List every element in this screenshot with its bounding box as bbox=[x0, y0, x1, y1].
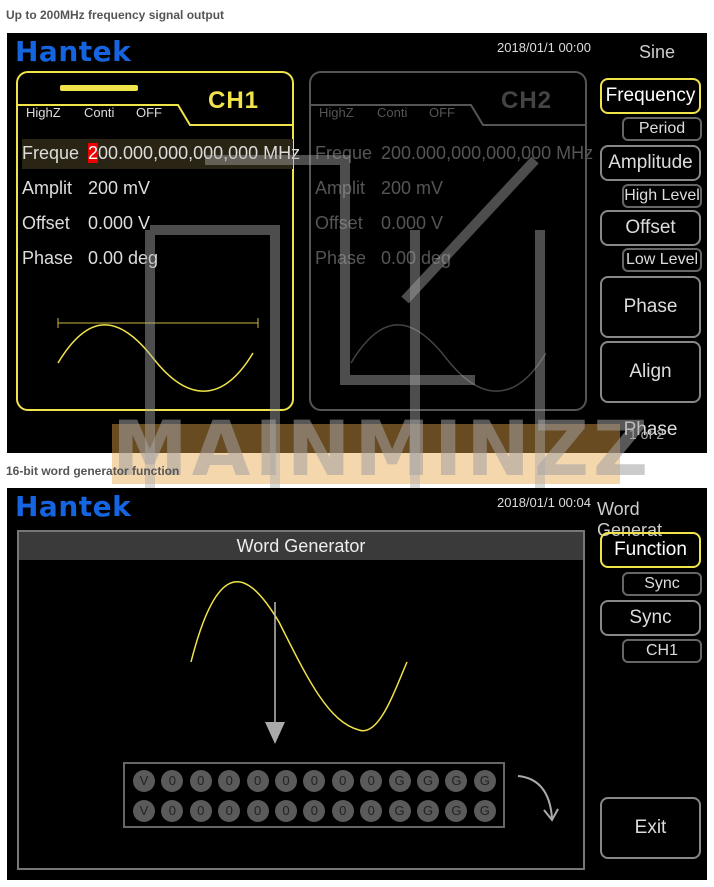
ch1-amplitude-label: Amplit bbox=[22, 178, 73, 198]
waveform-mode-label: Sine bbox=[639, 42, 676, 62]
bit-cell[interactable]: G bbox=[388, 770, 411, 792]
generator-screen-word: Hantek 2018/01/1 00:04 Word Generat Word… bbox=[7, 488, 707, 880]
sync-softkey[interactable]: Sync bbox=[600, 600, 701, 636]
bit-cell[interactable]: G bbox=[417, 800, 439, 822]
ch1-phase-label: Phase bbox=[22, 248, 74, 268]
bit-cell[interactable]: 0 bbox=[218, 800, 241, 822]
frequency-softkey[interactable]: Frequency bbox=[600, 78, 701, 114]
word-generator-title: Word Generator bbox=[19, 532, 583, 560]
ch2-output-state[interactable]: OFF bbox=[429, 105, 455, 120]
period-toggle[interactable]: Period bbox=[622, 117, 702, 141]
ch2-run-mode[interactable]: Conti bbox=[377, 105, 407, 120]
ch1-offset-label: Offset bbox=[22, 213, 70, 233]
align-phase-softkey[interactable]: Align Phase bbox=[600, 341, 701, 440]
ch2-impedance[interactable]: HighZ bbox=[319, 105, 354, 120]
word-sine-preview bbox=[190, 581, 408, 744]
bit-cell[interactable]: G bbox=[388, 800, 411, 822]
low-level-toggle[interactable]: Low Level bbox=[622, 248, 702, 272]
exit-softkey[interactable]: Exit bbox=[600, 797, 701, 859]
bit-cell[interactable]: 0 bbox=[161, 800, 184, 822]
sync-value-display[interactable]: Sync bbox=[622, 572, 702, 596]
caption-word-generator: 16-bit word generator function bbox=[6, 464, 180, 478]
bit-cell[interactable]: 0 bbox=[189, 800, 212, 822]
ch1-run-mode[interactable]: Conti bbox=[84, 105, 114, 120]
hantek-logo: Hantek bbox=[15, 490, 132, 523]
phase-softkey[interactable]: Phase bbox=[600, 276, 701, 338]
amplitude-softkey[interactable]: Amplitude bbox=[600, 145, 701, 181]
edit-cursor[interactable]: 2 bbox=[88, 143, 99, 163]
bit-cell[interactable]: G bbox=[473, 800, 496, 822]
bit-cell[interactable]: 0 bbox=[275, 770, 297, 792]
high-level-toggle[interactable]: High Level bbox=[622, 184, 702, 208]
bit-grid[interactable]: V00000000GGGGV00000000GGGG bbox=[123, 762, 505, 828]
bit-cell[interactable]: 0 bbox=[189, 770, 212, 792]
bit-cell[interactable]: 0 bbox=[331, 770, 354, 792]
bit-cell[interactable]: 0 bbox=[218, 770, 241, 792]
bit-cell[interactable]: 0 bbox=[275, 800, 297, 822]
offset-softkey[interactable]: Offset bbox=[600, 210, 701, 246]
ch1-impedance[interactable]: HighZ bbox=[26, 105, 61, 120]
watermark-logo-icon bbox=[145, 155, 545, 505]
bit-cell[interactable]: 0 bbox=[303, 800, 326, 822]
bit-cell[interactable]: G bbox=[417, 770, 439, 792]
bit-cell[interactable]: G bbox=[473, 770, 496, 792]
datetime-display: 2018/01/1 00:04 bbox=[497, 495, 591, 510]
ch1-output-state[interactable]: OFF bbox=[136, 105, 162, 120]
sync-channel-display[interactable]: CH1 bbox=[622, 639, 702, 663]
ch1-frequency-label: Freque bbox=[22, 143, 80, 163]
bit-cell[interactable]: 0 bbox=[161, 770, 184, 792]
caption-frequency: Up to 200MHz frequency signal output bbox=[6, 8, 225, 22]
bit-cell[interactable]: 0 bbox=[303, 770, 326, 792]
bit-cell[interactable]: 0 bbox=[246, 800, 269, 822]
ch1-offset-value: 0.000 V bbox=[88, 213, 151, 233]
bit-cell[interactable]: G bbox=[445, 770, 468, 792]
bit-cell[interactable]: 0 bbox=[360, 770, 383, 792]
word-generator-panel: Word Generator V00000000GGGGV00000000GGG… bbox=[17, 530, 585, 870]
bit-cell[interactable]: 0 bbox=[360, 800, 383, 822]
bit-cell[interactable]: V bbox=[133, 800, 155, 822]
bit-cell[interactable]: V bbox=[133, 770, 155, 792]
function-softkey[interactable]: Function bbox=[600, 532, 701, 568]
hantek-logo: Hantek bbox=[15, 35, 132, 68]
bit-cell[interactable]: 0 bbox=[246, 770, 269, 792]
ch1-amplitude-value: 200 mV bbox=[88, 178, 151, 198]
datetime-display: 2018/01/1 00:00 bbox=[497, 40, 591, 55]
bit-cell[interactable]: 0 bbox=[331, 800, 354, 822]
bit-cell[interactable]: G bbox=[445, 800, 468, 822]
curved-arrow-icon bbox=[517, 775, 559, 822]
